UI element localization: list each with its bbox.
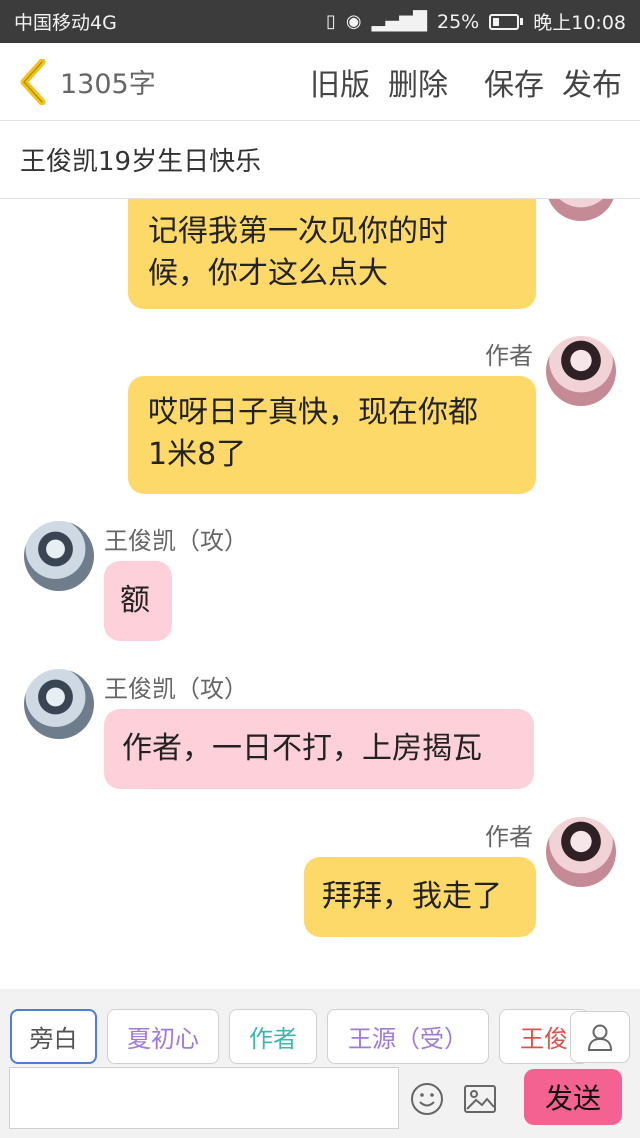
input-row: 发送	[0, 1065, 640, 1138]
sender-name: 作者	[485, 823, 533, 851]
status-icons: ▯ ◉ ▂▄▆█ 25% 晚上10:08	[326, 8, 626, 35]
chat-area[interactable]: 记得我第一次见你的时 候，你才这么点大 作者 哎呀日子真快，现在你都 1米8了 …	[0, 199, 640, 989]
character-avatar	[24, 521, 94, 591]
sender-name: 王俊凯（攻）	[104, 675, 248, 703]
publish-button[interactable]: 发布	[562, 60, 622, 104]
delete-button[interactable]: 删除	[388, 60, 448, 104]
message-bubble[interactable]: 拜拜，我走了	[304, 857, 536, 937]
message-line: 1米8了	[148, 437, 247, 472]
header-actions: 旧版 删除 保存 发布	[310, 60, 640, 104]
role-chip[interactable]: 作者	[229, 1009, 317, 1064]
word-count: 1305字	[60, 69, 156, 100]
message-line: 候，你才这么点大	[148, 256, 388, 291]
role-chip-narrator[interactable]: 旁白	[10, 1009, 97, 1064]
sender-name: 王俊凯（攻）	[104, 527, 248, 555]
message-line: 记得我第一次见你的时	[148, 214, 448, 249]
image-icon	[464, 1085, 496, 1113]
status-bar: 中国移动4G ▯ ◉ ▂▄▆█ 25% 晚上10:08	[0, 0, 640, 43]
old-version-button[interactable]: 旧版	[310, 60, 370, 104]
role-chip[interactable]: 王源（受）	[327, 1009, 489, 1064]
message-bubble[interactable]: 记得我第一次见你的时 候，你才这么点大	[128, 199, 536, 309]
battery-icon	[489, 13, 524, 30]
save-button[interactable]: 保存	[484, 60, 544, 104]
signal-icon: ▂▄▆█	[371, 11, 427, 32]
author-avatar	[546, 336, 616, 406]
eye-icon: ◉	[345, 11, 362, 32]
carrier-label: 中国移动4G	[14, 12, 117, 34]
add-role-button[interactable]	[570, 1011, 630, 1063]
emoji-button[interactable]	[409, 1081, 445, 1117]
character-avatar	[24, 669, 94, 739]
battery-percent: 25%	[437, 10, 480, 33]
back-button[interactable]	[8, 43, 58, 121]
emoji-icon	[411, 1083, 443, 1115]
clock: 晚上10:08	[533, 12, 626, 34]
message-bubble[interactable]: 哎呀日子真快，现在你都 1米8了	[128, 376, 536, 494]
send-button[interactable]: 发送	[524, 1069, 622, 1125]
person-icon	[587, 1024, 613, 1051]
image-button[interactable]	[462, 1081, 498, 1117]
editor-header: 1305字 旧版 删除 保存 发布	[0, 43, 640, 121]
back-icon	[20, 58, 46, 105]
message-input[interactable]	[9, 1067, 399, 1129]
role-selector: 旁白 夏初心 作者 王源（受） 王俊	[0, 989, 640, 1065]
author-avatar	[546, 199, 616, 221]
author-avatar	[546, 817, 616, 887]
message-bubble[interactable]: 作者，一日不打，上房揭瓦	[104, 709, 534, 789]
vibrate-icon: ▯	[326, 11, 336, 32]
sender-name: 作者	[485, 342, 533, 370]
role-chip[interactable]: 夏初心	[107, 1009, 219, 1064]
message-bubble[interactable]: 额	[104, 561, 172, 641]
message-line: 哎呀日子真快，现在你都	[148, 395, 478, 430]
story-title[interactable]: 王俊凯19岁生日快乐	[0, 121, 640, 199]
